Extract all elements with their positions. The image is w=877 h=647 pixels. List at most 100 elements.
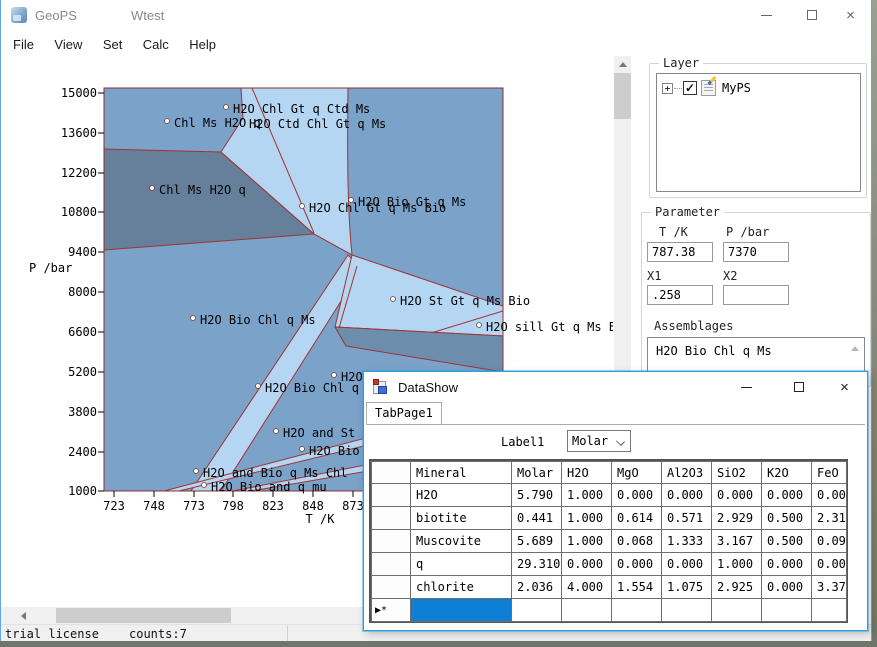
minimize-button[interactable] bbox=[744, 0, 789, 30]
table-cell[interactable]: chlorite bbox=[411, 576, 512, 599]
tab-tabpage1[interactable]: TabPage1 bbox=[366, 402, 442, 424]
x2-field[interactable] bbox=[723, 285, 789, 305]
new-row-indicator[interactable]: ▶* bbox=[372, 599, 411, 622]
table-cell[interactable] bbox=[762, 599, 812, 622]
table-cell[interactable]: 2.929 bbox=[712, 507, 762, 530]
table-cell[interactable]: 0.000 bbox=[612, 553, 662, 576]
table-cell[interactable]: 2.925 bbox=[712, 576, 762, 599]
table-cell[interactable]: 1.000 bbox=[562, 530, 612, 553]
horizontal-scroll-thumb[interactable] bbox=[56, 608, 231, 623]
selected-cell[interactable] bbox=[411, 599, 512, 622]
table-cell[interactable] bbox=[662, 599, 712, 622]
assemblages-label: Assemblages bbox=[654, 319, 733, 333]
table-cell[interactable] bbox=[812, 599, 847, 622]
menu-calc[interactable]: Calc bbox=[135, 35, 177, 54]
datashow-close-button[interactable]: × bbox=[822, 372, 867, 402]
table-cell[interactable]: 3.167 bbox=[712, 530, 762, 553]
row-header[interactable] bbox=[372, 507, 411, 530]
layer-edit-icon[interactable] bbox=[701, 80, 716, 96]
table-cell[interactable]: 1.554 bbox=[612, 576, 662, 599]
table-cell[interactable]: 0.000 bbox=[612, 484, 662, 507]
column-header[interactable]: H2O bbox=[562, 462, 612, 484]
column-header[interactable]: K2O bbox=[762, 462, 812, 484]
mineral-data-grid[interactable]: MineralMolarH2OMgOAl2O3SiO2K2OFeO H2O5.7… bbox=[369, 459, 848, 623]
table-cell[interactable] bbox=[712, 599, 762, 622]
table-cell[interactable]: 0.068 bbox=[612, 530, 662, 553]
table-cell[interactable]: 0.000 bbox=[562, 553, 612, 576]
table-cell[interactable]: 0.000 bbox=[812, 484, 847, 507]
table-cell[interactable]: 0.500 bbox=[762, 507, 812, 530]
table-cell[interactable] bbox=[612, 599, 662, 622]
column-header[interactable]: SiO2 bbox=[712, 462, 762, 484]
table-cell[interactable]: 1.075 bbox=[662, 576, 712, 599]
region-marker-icon bbox=[391, 297, 396, 302]
table-cell[interactable] bbox=[512, 599, 562, 622]
table-cell[interactable]: 2.315 bbox=[812, 507, 847, 530]
datashow-titlebar[interactable]: DataShow × bbox=[364, 372, 867, 402]
t-field[interactable] bbox=[647, 242, 713, 262]
column-header[interactable]: MgO bbox=[612, 462, 662, 484]
table-cell[interactable]: 0.614 bbox=[612, 507, 662, 530]
unit-dropdown[interactable]: Molar bbox=[567, 430, 631, 452]
x-tick-label: 748 bbox=[143, 499, 165, 513]
table-cell[interactable]: 0.099 bbox=[812, 530, 847, 553]
x-tick-label: 798 bbox=[222, 499, 244, 513]
scroll-up-arrow-icon[interactable] bbox=[614, 56, 631, 73]
table-cell[interactable]: q bbox=[411, 553, 512, 576]
table-cell[interactable]: 0.441 bbox=[512, 507, 562, 530]
table-cell[interactable]: 5.689 bbox=[512, 530, 562, 553]
column-header[interactable]: FeO bbox=[812, 462, 847, 484]
x1-field[interactable] bbox=[647, 285, 713, 305]
scroll-left-arrow-icon[interactable] bbox=[15, 607, 32, 624]
table-cell[interactable] bbox=[562, 599, 612, 622]
table-cell[interactable]: 1.000 bbox=[712, 553, 762, 576]
close-button[interactable]: × bbox=[828, 0, 873, 30]
row-header[interactable] bbox=[372, 553, 411, 576]
table-cell[interactable]: 0.500 bbox=[762, 530, 812, 553]
table-cell[interactable]: 0.000 bbox=[762, 553, 812, 576]
table-cell[interactable]: 0.000 bbox=[762, 484, 812, 507]
table-cell[interactable]: biotite bbox=[411, 507, 512, 530]
titlebar[interactable]: GeoPS Wtest × bbox=[1, 0, 871, 30]
row-header[interactable] bbox=[372, 530, 411, 553]
table-cell[interactable]: 2.036 bbox=[512, 576, 562, 599]
tree-expand-icon[interactable] bbox=[662, 83, 673, 94]
table-cell[interactable]: 0.000 bbox=[662, 484, 712, 507]
table-cell[interactable]: 3.372 bbox=[812, 576, 847, 599]
menu-help[interactable]: Help bbox=[181, 35, 224, 54]
table-cell[interactable]: 0.000 bbox=[712, 484, 762, 507]
layer-visibility-checkbox[interactable]: ✓ bbox=[683, 81, 697, 95]
table-cell[interactable]: 4.000 bbox=[562, 576, 612, 599]
table-cell[interactable]: 1.000 bbox=[562, 507, 612, 530]
menu-view[interactable]: View bbox=[46, 35, 90, 54]
menu-set[interactable]: Set bbox=[95, 35, 131, 54]
layer-tree[interactable]: ✓ MyPS bbox=[656, 73, 861, 192]
table-cell[interactable]: 0.000 bbox=[662, 553, 712, 576]
column-header[interactable]: Molar bbox=[512, 462, 562, 484]
row-header-corner[interactable] bbox=[372, 462, 411, 484]
table-cell[interactable]: Muscovite bbox=[411, 530, 512, 553]
p-field[interactable] bbox=[723, 242, 789, 262]
vertical-scroll-thumb[interactable] bbox=[614, 73, 631, 119]
region-label: H2O and Bio q Ms Chl bbox=[203, 466, 348, 480]
datashow-window[interactable]: DataShow × TabPage1 Label1 Molar Mineral… bbox=[363, 371, 868, 631]
table-cell[interactable]: 0.000 bbox=[762, 576, 812, 599]
menu-file[interactable]: File bbox=[5, 35, 42, 54]
layer-tree-item-myps[interactable]: ✓ MyPS bbox=[662, 80, 751, 96]
row-header[interactable] bbox=[372, 576, 411, 599]
datashow-minimize-button[interactable] bbox=[724, 372, 769, 402]
table-cell[interactable]: 5.790 bbox=[512, 484, 562, 507]
table-cell[interactable]: 0.571 bbox=[662, 507, 712, 530]
table-cell[interactable]: 1.000 bbox=[562, 484, 612, 507]
table-cell[interactable]: H2O bbox=[411, 484, 512, 507]
datashow-tabstrip: TabPage1 bbox=[364, 402, 867, 424]
table-cell[interactable]: 1.333 bbox=[662, 530, 712, 553]
column-header[interactable]: Al2O3 bbox=[662, 462, 712, 484]
column-header[interactable]: Mineral bbox=[411, 462, 512, 484]
scroll-up-icon[interactable] bbox=[851, 346, 859, 351]
table-cell[interactable]: 29.310 bbox=[512, 553, 562, 576]
table-cell[interactable]: 0.000 bbox=[812, 553, 847, 576]
tabpage1-content: Label1 Molar MineralMolarH2OMgOAl2O3SiO2… bbox=[366, 424, 865, 629]
datashow-maximize-button[interactable] bbox=[776, 372, 821, 402]
row-header[interactable] bbox=[372, 484, 411, 507]
